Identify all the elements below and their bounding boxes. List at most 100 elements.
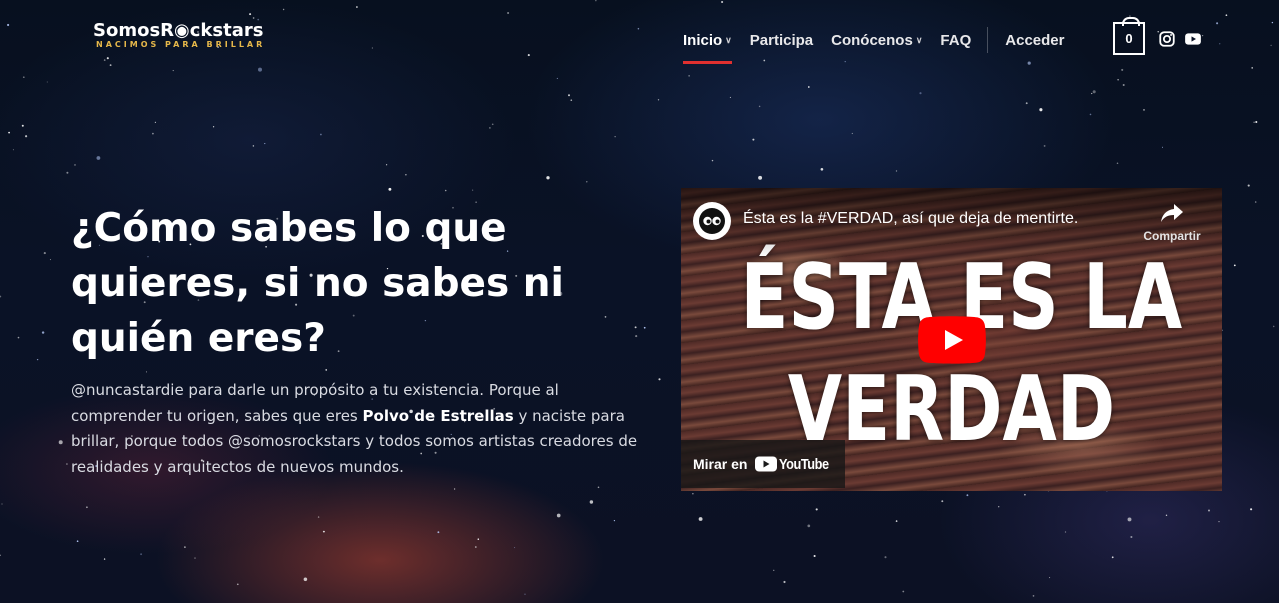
star: [25, 135, 28, 138]
star: [1161, 146, 1164, 148]
cart-count: 0: [1125, 31, 1133, 46]
star: [322, 530, 325, 533]
site-logo[interactable]: SomosR◉ckstars NACIMOS PARA BRILLAR: [93, 20, 283, 54]
star: [658, 378, 661, 381]
nav-item-label: Inicio: [683, 31, 723, 49]
star: [1165, 514, 1168, 516]
star: [711, 159, 714, 162]
star: [643, 326, 646, 329]
nav-item-label: Conócenos: [831, 31, 913, 49]
login-link[interactable]: Acceder: [1005, 32, 1064, 49]
star: [0, 554, 1, 556]
star: [43, 252, 46, 255]
star: [17, 336, 20, 339]
star: [851, 132, 853, 135]
star: [527, 54, 530, 57]
star: [258, 67, 262, 72]
video-title[interactable]: Ésta es la #VERDAD, así que deja de ment…: [743, 210, 1078, 228]
star: [635, 335, 638, 338]
star: [614, 136, 616, 138]
star: [474, 546, 477, 548]
channel-logo-icon: [699, 208, 725, 234]
star: [820, 167, 824, 171]
star: [514, 547, 516, 549]
star: [1043, 144, 1046, 147]
star: [556, 77, 558, 79]
star: [103, 59, 106, 61]
star: [634, 326, 637, 329]
star: [613, 520, 616, 522]
logo-wordmark: SomosR◉ckstars: [93, 20, 264, 41]
star: [763, 59, 766, 62]
star: [282, 8, 285, 11]
star: [884, 556, 887, 559]
nav-item-participa[interactable]: Participa: [750, 32, 813, 49]
nav-item-conocenos[interactable]: Conócenos ∨: [831, 32, 922, 49]
star: [844, 60, 846, 63]
nav-item-inicio[interactable]: Inicio ∨: [683, 31, 732, 64]
star: [96, 156, 101, 160]
play-button-icon[interactable]: [918, 316, 986, 364]
star: [109, 64, 112, 67]
share-arrow-icon: [1161, 204, 1183, 222]
hero-title: ¿Cómo sabes lo que quieres, si no sabes …: [71, 206, 564, 361]
star: [184, 546, 186, 548]
star: [1024, 493, 1026, 496]
star: [1117, 79, 1119, 81]
star: [752, 138, 755, 141]
star: [556, 513, 561, 518]
nav-divider: [987, 27, 989, 53]
star: [1218, 520, 1220, 523]
watch-on-youtube-button[interactable]: Mirar en YouTube: [681, 440, 845, 488]
share-button[interactable]: Compartir: [1135, 202, 1209, 243]
star: [12, 149, 14, 151]
star: [154, 121, 157, 124]
star: [1089, 113, 1092, 116]
star: [491, 123, 494, 126]
nav-item-faq[interactable]: FAQ: [940, 32, 971, 49]
star: [1, 503, 3, 505]
star: [8, 131, 10, 134]
star: [22, 76, 25, 79]
login-label: Acceder: [1005, 31, 1065, 49]
youtube-video-embed[interactable]: ÉSTA ES LA VERDAD Ésta es la #VERDAD, as…: [681, 188, 1222, 491]
star: [1272, 325, 1275, 328]
star: [74, 164, 76, 166]
star: [236, 583, 239, 586]
star: [405, 174, 407, 176]
star: [1247, 184, 1250, 187]
star: [1233, 264, 1236, 267]
star: [1216, 22, 1219, 25]
star: [58, 440, 63, 445]
star: [1116, 162, 1119, 164]
star: [1121, 68, 1124, 71]
instagram-icon[interactable]: [1158, 30, 1176, 48]
star: [807, 86, 810, 88]
star: [1253, 121, 1255, 123]
star: [546, 176, 550, 180]
star: [1092, 90, 1096, 94]
star: [966, 494, 969, 497]
star: [388, 187, 392, 191]
star: [1091, 92, 1093, 95]
star: [86, 506, 88, 509]
star: [895, 170, 898, 172]
star: [1025, 102, 1028, 105]
cart-button[interactable]: 0: [1113, 17, 1145, 55]
star: [252, 145, 255, 147]
star: [1032, 595, 1035, 597]
channel-avatar[interactable]: [693, 202, 731, 240]
star: [595, 0, 597, 2]
star: [895, 520, 898, 522]
nav-item-label: FAQ: [940, 31, 972, 49]
star: [152, 132, 154, 135]
star: [249, 13, 252, 16]
chevron-down-icon: ∨: [725, 34, 732, 45]
chevron-down-icon: ∨: [915, 34, 923, 45]
star: [489, 127, 491, 129]
star: [1254, 201, 1257, 203]
main-nav: Inicio ∨ Participa Conócenos ∨ FAQ Acced…: [683, 27, 1064, 64]
star: [589, 500, 594, 504]
star: [570, 99, 573, 102]
youtube-icon[interactable]: [1184, 30, 1202, 48]
